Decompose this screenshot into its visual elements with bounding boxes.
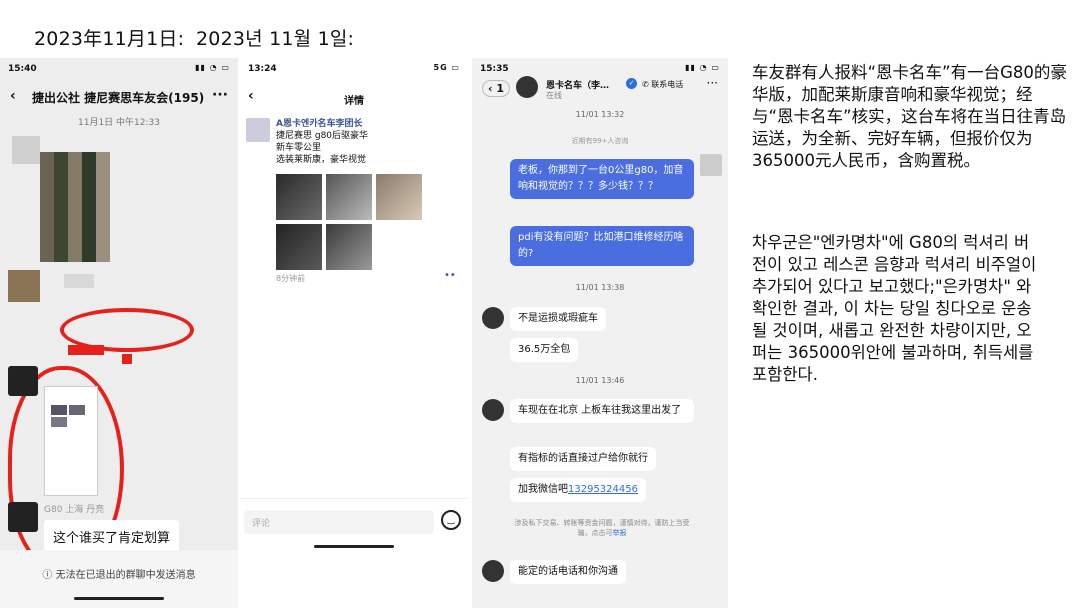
dealer-message: 车现在在北京 上板车往我这里出发了 [510, 399, 694, 423]
chat-footer: ⓘ 无法在已退出的群聊中发送消息 [0, 550, 238, 608]
report-link[interactable]: 举报 [613, 529, 627, 537]
poster-name[interactable]: A恩卡엔카名车李团长 [276, 116, 363, 129]
screenshot-group-chat: 15:40 ▮▮ ◔ ▭ ‹ 捷出公社 捷尼赛思车友会(195) ··· 11月… [0, 58, 238, 608]
post-line: 捷尼赛思 g80后驱豪华 [276, 131, 369, 141]
red-annotation-block [68, 345, 104, 355]
status-icons: 5G ▭ [433, 63, 460, 72]
screenshot-moments-post: 13:24 5G ▭ ‹ 详情 A恩卡엔카名车李团长 捷尼赛思 g80后驱豪华 … [240, 58, 468, 554]
notice-text: 涉及私下交易、转账等资金问题，谨慎对待，谨防上当受骗，点击可 [514, 519, 690, 537]
avatar [8, 502, 38, 532]
online-status: 在线 [546, 91, 562, 100]
post-text: 捷尼赛思 g80后驱豪华 新车零公里 选装莱斯康，豪华视觉 [276, 130, 446, 166]
detail-title: 详情 [344, 96, 364, 107]
poster-avatar[interactable] [246, 118, 270, 142]
post-time: 8分钟前 [276, 274, 306, 283]
back-arrow-icon[interactable]: ‹ [248, 88, 254, 104]
info-icon: ⓘ [42, 570, 53, 581]
divider [240, 498, 468, 499]
status-bar: 13:24 5G ▭ [240, 58, 468, 80]
thumbnail [51, 405, 67, 415]
emoji-icon[interactable]: ‿ [441, 510, 461, 530]
status-time: 15:40 [8, 64, 37, 74]
status-icons: ▮▮ ◔ ▭ [195, 63, 230, 72]
post-line: 选装莱斯康，豪华视觉 [276, 155, 367, 165]
message-text: 加我微信吧 [518, 484, 568, 495]
post-photo[interactable] [276, 224, 322, 270]
screenshot-dealer-chat: 15:35 ▮▮ ◔ ▭ ‹ 1 恩卡名车（李… ✓ 在线 ✆ 联系电话 ···… [472, 58, 728, 608]
red-annotation-block [122, 354, 132, 364]
avatar [8, 366, 38, 396]
chat-message: 这个谁买了肯定划算 [44, 520, 180, 553]
home-indicator [314, 545, 394, 548]
post-photo[interactable] [376, 174, 422, 220]
post-action-dots[interactable]: •• [444, 270, 456, 281]
post-line: 新车零公里 [276, 143, 322, 153]
chat-timestamp: 11/01 13:32 [575, 110, 625, 119]
post-photo[interactable] [276, 174, 322, 220]
detail-nav-bar: ‹ 详情 [240, 80, 468, 108]
home-indicator [74, 597, 164, 600]
more-icon[interactable]: ··· [212, 87, 228, 103]
thumbnail [69, 405, 85, 415]
dealer-avatar [482, 399, 504, 421]
pixelated-image [40, 152, 110, 262]
phone-icon: ✆ [642, 80, 649, 89]
user-message: pdi有没有问题？比如港口维修经历啥的? [510, 226, 694, 266]
dealer-message: 加我微信吧13295324456 [510, 478, 646, 502]
footer-notice: 无法在已退出的群聊中发送消息 [55, 570, 196, 581]
back-arrow-icon[interactable]: ‹ [10, 88, 16, 104]
chat-timestamp: 11/01 13:38 [575, 283, 625, 292]
dealer-message: 有指标的话直接过户给你就行 [510, 447, 656, 471]
comment-input[interactable]: 评论 [244, 510, 434, 534]
pixelated-avatar [12, 136, 40, 164]
chat-timestamp: 11/01 13:46 [575, 376, 625, 385]
shared-screenshot-card[interactable] [44, 386, 98, 496]
dealer-avatar [482, 560, 504, 582]
korean-description: 차우군은"엔카명차"에 G80의 럭셔리 버전이 있고 레스콘 음향과 럭셔리 … [752, 233, 1037, 384]
sender-label: G80 上海 丹亮 [44, 505, 105, 515]
phone-number-link[interactable]: 13295324456 [568, 484, 638, 495]
dealer-message: 36.5万全包 [510, 338, 579, 362]
contact-phone-button[interactable]: ✆ 联系电话 [642, 79, 683, 90]
dealer-avatar[interactable] [516, 76, 538, 98]
user-avatar [700, 154, 722, 176]
date-header-korean: 2023년 11월 1일: [196, 28, 355, 50]
back-count: 1 [496, 82, 505, 95]
dealer-avatar [482, 307, 504, 329]
pixelated-avatar [8, 270, 40, 302]
dealer-message: 能定的话电话和你沟通 [510, 560, 626, 584]
verified-icon: ✓ [626, 78, 637, 89]
more-icon[interactable]: ··· [707, 76, 718, 90]
chat-timestamp: 11月1日 中午12:33 [78, 118, 160, 128]
chinese-description: 车友群有人报料“恩卡名车”有一台G80的豪华版，加配莱斯康音响和豪华视觉；经与“… [752, 63, 1067, 170]
chat-nav-bar: ‹ 捷出公社 捷尼赛思车友会(195) ··· [0, 82, 238, 112]
thumbnail [51, 417, 67, 427]
safety-notice: 涉及私下交易、转账等资金问题，谨慎对待，谨防上当受骗，点击可举报 [512, 518, 692, 538]
status-time: 13:24 [248, 64, 277, 74]
status-bar: 15:40 ▮▮ ◔ ▭ [0, 58, 238, 80]
contact-phone-label: 联系电话 [651, 80, 684, 89]
post-photo[interactable] [326, 174, 372, 220]
post-photo[interactable] [326, 224, 372, 270]
back-button[interactable]: ‹ 1 [482, 80, 511, 97]
consult-count: 近期有99+人咨询 [571, 137, 629, 145]
dealer-message: 不是运损或瑕疵车 [510, 307, 606, 331]
group-chat-title: 捷出公社 捷尼赛思车友会(195) [32, 91, 205, 105]
pixelated-text [64, 274, 94, 288]
date-header-chinese: 2023年11月1日: [34, 28, 185, 50]
dealer-nav-bar: ‹ 1 恩卡名车（李… ✓ 在线 ✆ 联系电话 ··· [472, 72, 728, 112]
status-icons: ▮▮ ◔ ▭ [685, 63, 720, 72]
user-message: 老板，你那到了一台0公里g80，加音响和视觉的？？？多少钱？？？ [510, 159, 694, 199]
